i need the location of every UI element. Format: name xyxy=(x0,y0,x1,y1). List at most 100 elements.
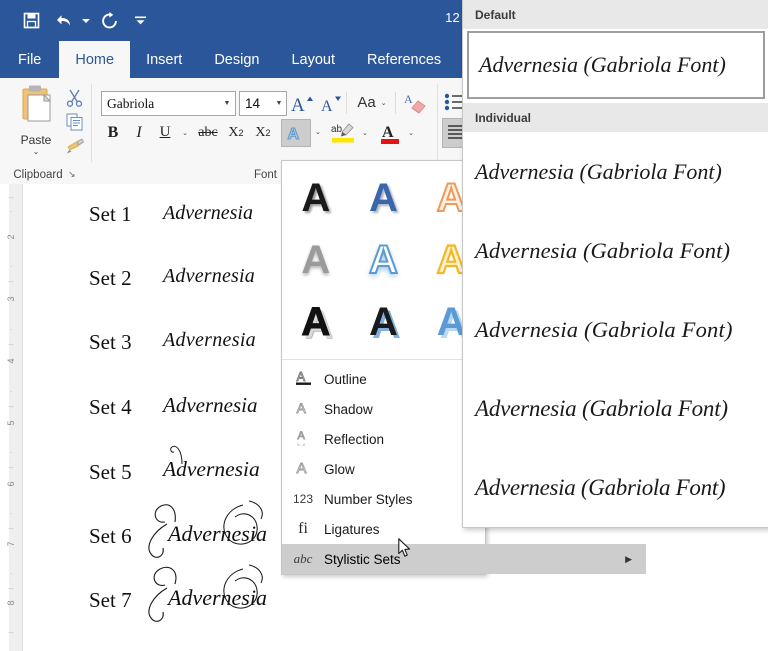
menu-item-reflection[interactable]: A A Reflection xyxy=(282,424,485,454)
font-size-dropdown-icon[interactable]: ▼ xyxy=(272,100,286,107)
glow-A-icon: A xyxy=(292,458,314,481)
ruler-number: 5 xyxy=(6,420,16,426)
wordart-letter: A xyxy=(369,176,398,220)
stylistic-set-option-1[interactable]: Advernesia (Gabriola Font) xyxy=(463,132,768,211)
change-case-button[interactable]: Aa ⌄ xyxy=(351,90,393,115)
font-color-dropdown-icon[interactable]: ⌄ xyxy=(403,120,419,145)
stylistic-set-option-2[interactable]: Advernesia (Gabriola Font) xyxy=(463,211,768,290)
stylistic-set-sample: Advernesia (Gabriola Font) xyxy=(475,237,731,263)
set-label: Set 5 xyxy=(89,460,132,484)
subscript-label: X xyxy=(228,124,239,140)
text-effects-button[interactable]: A xyxy=(281,119,311,147)
svg-text:A: A xyxy=(297,441,305,446)
copy-button[interactable] xyxy=(58,110,92,134)
ruler-number: 4 xyxy=(6,358,16,364)
menu-item-shadow[interactable]: A Shadow xyxy=(282,394,485,424)
set-sample: Advernesia xyxy=(163,457,260,481)
tab-design[interactable]: Design xyxy=(198,41,275,78)
wordart-style-4[interactable]: A xyxy=(282,229,350,291)
strikethrough-label: abc xyxy=(198,124,218,140)
menu-item-outline[interactable]: A Outline xyxy=(282,364,485,394)
undo-dropdown-icon[interactable] xyxy=(80,7,92,35)
menu-item-ligatures[interactable]: fi Ligatures xyxy=(282,514,485,544)
underline-button[interactable]: U xyxy=(153,120,177,145)
wordart-letter: A xyxy=(369,300,398,344)
stylistic-set-option-5[interactable]: Advernesia (Gabriola Font) xyxy=(463,448,768,527)
default-option-wrapper: Advernesia (Gabriola Font) xyxy=(463,29,768,103)
italic-button[interactable]: I xyxy=(127,120,151,145)
vertical-ruler[interactable]: 2 3 4 5 6 7 8 9 – · · – · – · – · – · – … xyxy=(0,184,22,651)
bold-button[interactable]: B xyxy=(101,120,125,145)
wordart-letter: A xyxy=(301,238,331,282)
menu-item-number-styles[interactable]: 123 Number Styles xyxy=(282,484,485,514)
tab-references[interactable]: References xyxy=(351,41,457,78)
italic-label: I xyxy=(136,123,142,141)
shrink-font-button[interactable]: A xyxy=(317,90,343,115)
set-sample: Advernesia xyxy=(163,265,255,287)
text-effects-dropdown-icon[interactable]: ⌄ xyxy=(310,119,326,144)
tab-home[interactable]: Home xyxy=(59,41,131,78)
bold-label: B xyxy=(107,123,119,141)
clipboard-dialog-launcher-icon[interactable]: ↘ xyxy=(68,169,76,180)
svg-text:A: A xyxy=(288,126,300,143)
change-case-dropdown-icon[interactable]: ⌄ xyxy=(381,99,387,107)
font-color-button[interactable]: A xyxy=(376,120,404,145)
stylistic-set-default-option[interactable]: Advernesia (Gabriola Font) xyxy=(467,31,765,99)
redo-icon[interactable] xyxy=(94,7,124,35)
wordart-letter: A xyxy=(301,300,331,344)
superscript-button[interactable]: X2 xyxy=(250,120,276,145)
wordart-style-2[interactable]: A xyxy=(350,167,418,229)
text-highlight-color-button[interactable]: ab xyxy=(328,120,358,145)
number-styles-icon: 123 xyxy=(292,492,314,506)
wordart-style-8[interactable]: A xyxy=(350,291,418,353)
grow-font-icon: A xyxy=(291,95,313,114)
wordart-style-1[interactable]: A xyxy=(282,167,350,229)
grow-font-button[interactable]: A xyxy=(289,90,315,115)
stylistic-set-option-4[interactable]: Advernesia (Gabriola Font) xyxy=(463,369,768,448)
superscript-index: 2 xyxy=(265,127,271,138)
shrink-font-icon: A xyxy=(321,96,341,114)
clear-formatting-button[interactable]: A xyxy=(399,90,431,115)
format-painter-icon xyxy=(66,138,84,154)
stylistic-set-option-3[interactable]: Advernesia (Gabriola Font) xyxy=(463,290,768,369)
format-painter-button[interactable] xyxy=(58,134,92,158)
subscript-index: 2 xyxy=(238,127,244,138)
highlight-dropdown-icon[interactable]: ⌄ xyxy=(357,120,373,145)
wordart-style-7[interactable]: A xyxy=(282,291,350,353)
menu-item-label: Number Styles xyxy=(324,491,413,507)
undo-icon[interactable] xyxy=(48,7,78,35)
reflection-A-icon: A A xyxy=(292,428,314,453)
subscript-button[interactable]: X2 xyxy=(223,120,249,145)
wordart-gallery: A A A A A A A A A xyxy=(282,161,485,357)
menu-item-label: Reflection xyxy=(324,431,385,447)
ruler-number: 7 xyxy=(6,541,16,547)
divider xyxy=(395,92,396,114)
stylistic-set-sample: Advernesia (Gabriola Font) xyxy=(475,158,722,184)
menu-item-label: Ligatures xyxy=(324,521,380,537)
svg-text:A: A xyxy=(296,400,306,416)
font-size-combobox[interactable]: 14 ▼ xyxy=(239,91,287,116)
cut-button[interactable] xyxy=(58,86,92,110)
save-icon[interactable] xyxy=(16,7,46,35)
tab-insert[interactable]: Insert xyxy=(130,41,198,78)
wordart-style-5[interactable]: A xyxy=(350,229,418,291)
tab-layout[interactable]: Layout xyxy=(275,41,351,78)
stylistic-set-sample: Advernesia (Gabriola Font) xyxy=(479,52,726,77)
underline-dropdown-icon[interactable]: ⌄ xyxy=(177,120,193,145)
superscript-label: X xyxy=(255,124,266,140)
set-label: Set 1 xyxy=(89,202,132,226)
group-separator xyxy=(91,84,92,162)
font-color-icon: A xyxy=(381,124,399,144)
strikethrough-button[interactable]: abc xyxy=(194,120,222,145)
paste-button[interactable]: Paste ⌄ xyxy=(8,84,64,157)
titlebar-number: 12 xyxy=(445,10,460,25)
paste-dropdown-icon[interactable]: ⌄ xyxy=(8,147,64,157)
font-name-value: Gabriola xyxy=(107,95,155,111)
font-name-combobox[interactable]: Gabriola ▼ xyxy=(101,91,236,116)
menu-item-stylistic-sets[interactable]: abc Stylistic Sets ▶ xyxy=(282,544,646,574)
set-label: Set 4 xyxy=(89,395,132,419)
menu-item-glow[interactable]: A Glow xyxy=(282,454,485,484)
customize-quick-access-toolbar-icon[interactable] xyxy=(134,7,146,35)
font-name-dropdown-icon[interactable]: ▼ xyxy=(219,100,235,107)
tab-file[interactable]: File xyxy=(0,41,59,78)
